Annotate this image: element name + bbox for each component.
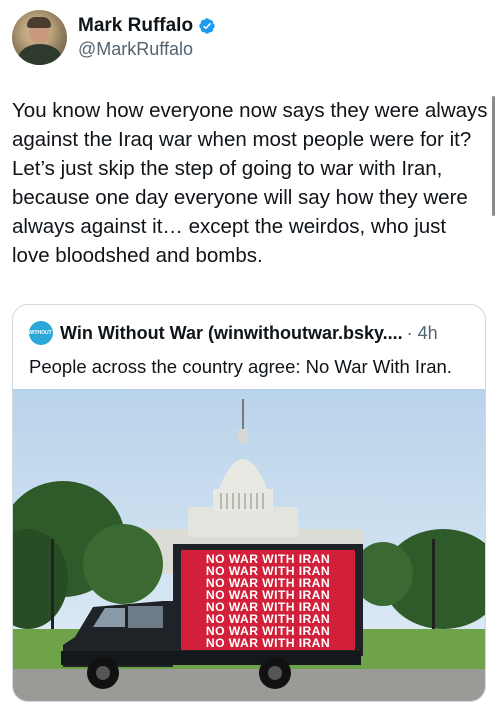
billboard-text-lines: NO WAR WITH IRAN NO WAR WITH IRAN NO WAR… <box>206 552 330 650</box>
quoted-author-avatar[interactable]: WIN WITHOUT WAR <box>17 321 65 345</box>
quoted-post-image[interactable]: NO WAR WITH IRAN NO WAR WITH IRAN NO WAR… <box>13 389 486 702</box>
author-display-name[interactable]: Mark Ruffalo <box>78 15 216 37</box>
quoted-post[interactable]: WIN WITHOUT WAR Win Without War (winwith… <box>12 304 486 702</box>
tweet-text: You know how everyone now says they were… <box>12 99 488 267</box>
tweet-header: Mark Ruffalo @MarkRuffalo <box>12 10 216 65</box>
author-avatar[interactable] <box>12 10 67 65</box>
display-name-text[interactable]: Mark Ruffalo <box>78 15 193 37</box>
scrollbar[interactable] <box>492 96 495 216</box>
verified-badge-icon <box>199 17 215 34</box>
quoted-author-name[interactable]: Win Without War (winwithoutwar.bsky.... <box>60 323 403 344</box>
author-handle[interactable]: @MarkRuffalo <box>78 37 216 61</box>
author-names: Mark Ruffalo @MarkRuffalo <box>78 15 216 61</box>
quoted-post-time[interactable]: · 4h <box>407 323 438 344</box>
quoted-post-header: WIN WITHOUT WAR Win Without War (winwith… <box>17 321 438 345</box>
billboard-line: NO WAR WITH IRAN <box>206 636 330 650</box>
quoted-post-text: People across the country agree: No War … <box>29 356 452 377</box>
